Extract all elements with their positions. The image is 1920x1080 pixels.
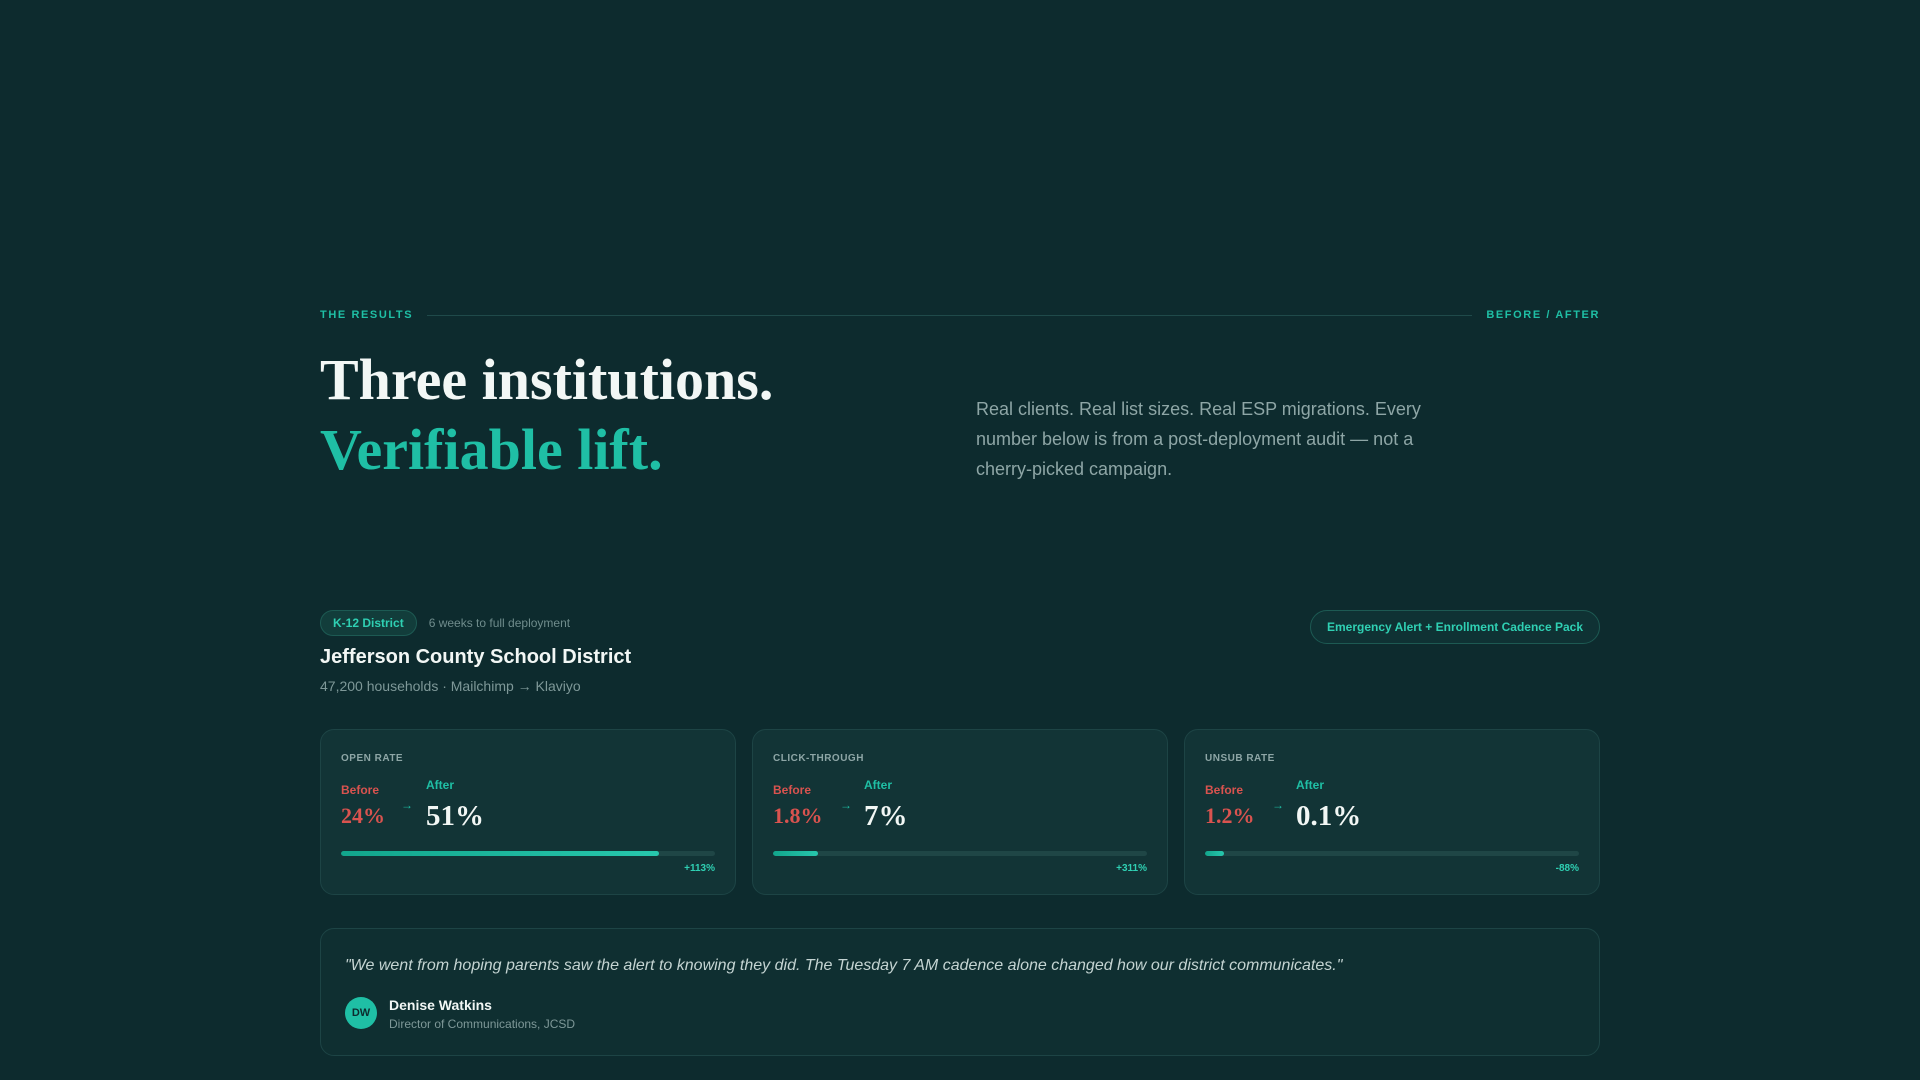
after-value: 0.1% <box>1296 800 1362 832</box>
arrow-right-icon: → <box>401 798 413 812</box>
testimonial-author: Denise Watkins <box>389 997 492 1013</box>
progress-track <box>1205 851 1579 856</box>
metric-card-open-rate: OPEN RATE Before 24% → After 51% +113% <box>320 729 736 895</box>
arrow-right-icon: → <box>1272 798 1284 812</box>
deployment-timeline: 6 weeks to full deployment <box>428 616 571 630</box>
delta-value: -88% <box>1555 863 1579 874</box>
headline-line-1: Three institutions. <box>320 347 774 412</box>
category-chip: K-12 District <box>320 610 417 636</box>
progress-track <box>341 851 715 856</box>
before-label: Before <box>341 783 380 797</box>
after-value: 51% <box>426 800 484 832</box>
section-eyebrow: THE RESULTS <box>320 309 414 321</box>
metric-card-unsub-rate: UNSUB RATE Before 1.2% → After 0.1% -88% <box>1184 729 1600 895</box>
eyebrow-row: THE RESULTS BEFORE / AFTER <box>320 307 1600 323</box>
section-headline: Three institutions. Verifiable lift. <box>320 345 773 485</box>
progress-fill <box>341 851 659 856</box>
client-meta: 47,200 households · Mailchimp → Klaviyo <box>320 678 581 694</box>
after-label: After <box>426 778 455 792</box>
metric-label: CLICK-THROUGH <box>773 753 864 764</box>
before-label: Before <box>773 783 812 797</box>
testimonial-role: Director of Communications, JCSD <box>389 1017 576 1031</box>
before-value: 1.2% <box>1205 803 1255 828</box>
metric-label: OPEN RATE <box>341 753 404 764</box>
metric-label: UNSUB RATE <box>1205 753 1275 764</box>
testimonial-quote: "We went from hoping parents saw the ale… <box>345 957 1343 974</box>
metric-cards: OPEN RATE Before 24% → After 51% +113% C… <box>320 729 1600 895</box>
progress-fill <box>773 851 818 856</box>
after-label: After <box>864 778 893 792</box>
delta-value: +311% <box>1116 863 1147 874</box>
before-label: Before <box>1205 783 1244 797</box>
metric-card-click-through: CLICK-THROUGH Before 1.8% → After 7% +31… <box>752 729 1168 895</box>
section-eyebrow-right: BEFORE / AFTER <box>1486 309 1600 321</box>
client-name: Jefferson County School District <box>320 646 632 668</box>
progress-fill <box>1205 851 1224 856</box>
avatar: DW <box>345 997 377 1029</box>
delta-value: +113% <box>684 863 715 874</box>
headline-line-2: Verifiable lift. <box>320 417 663 482</box>
arrow-right-icon: → <box>840 798 852 812</box>
eyebrow-divider <box>427 314 1473 316</box>
case-header: K-12 District 6 weeks to full deployment… <box>320 610 1600 694</box>
section-intro: Real clients. Real list sizes. Real ESP … <box>976 399 1421 479</box>
before-value: 1.8% <box>773 803 823 828</box>
progress-track <box>773 851 1147 856</box>
pack-badge: Emergency Alert + Enrollment Cadence Pac… <box>1310 610 1600 644</box>
after-value: 7% <box>864 800 908 832</box>
testimonial-card: "We went from hoping parents saw the ale… <box>320 928 1600 1056</box>
after-label: After <box>1296 778 1325 792</box>
before-value: 24% <box>341 803 385 828</box>
